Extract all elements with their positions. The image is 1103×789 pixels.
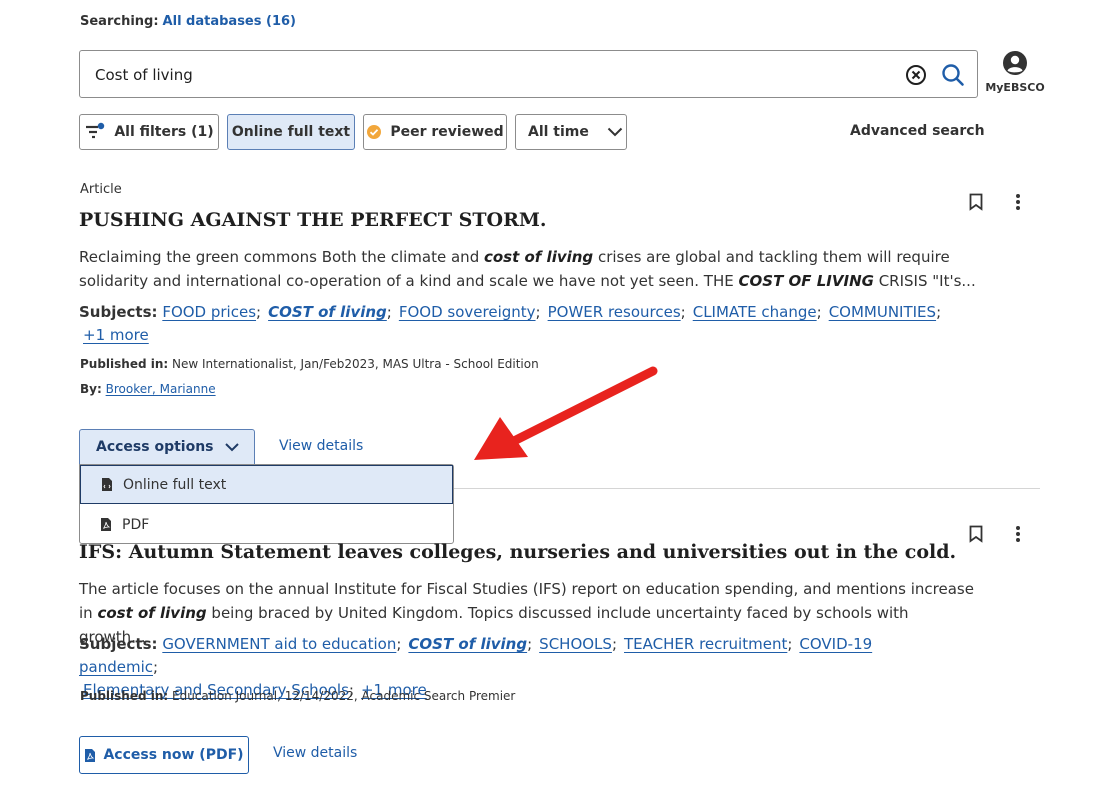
result-abstract: Reclaiming the green commons Both the cl… [79, 245, 979, 293]
more-vertical-icon [1016, 194, 1020, 210]
abstract-highlight: cost of living [97, 604, 207, 622]
all-filters-label: All filters (1) [114, 124, 214, 140]
result-subjects: Subjects: FOOD prices; COST of living; FOO… [79, 303, 942, 344]
clear-search-button[interactable] [905, 64, 927, 86]
menu-item-online-full-text[interactable]: Online full text [80, 465, 453, 504]
published-label: Published in: [80, 357, 169, 371]
search-input[interactable] [95, 63, 875, 87]
access-now-pdf-button[interactable]: Access now (PDF) [79, 736, 249, 774]
peer-reviewed-filter[interactable]: Peer reviewed [363, 114, 507, 150]
result-title[interactable]: PUSHING AGAINST THE PERFECT STORM. [79, 209, 547, 231]
peer-reviewed-badge-icon [367, 125, 382, 139]
myebsco-label: MyEBSCO [985, 81, 1045, 94]
search-icon [942, 64, 964, 86]
chevron-down-icon [607, 127, 623, 137]
user-icon [1003, 51, 1027, 75]
access-options-label: Access options [96, 439, 214, 455]
author-link[interactable]: Brooker, Marianne [106, 382, 216, 396]
published-in: Published in: Education Journal, 12/14/2… [80, 689, 515, 703]
filter-icon [86, 122, 105, 139]
myebsco-button[interactable]: MyEBSCO [985, 50, 1045, 94]
subject-link[interactable]: CLIMATE change [693, 303, 817, 321]
abstract-text: Reclaiming the green commons Both the cl… [79, 248, 484, 266]
date-range-select[interactable]: All time [515, 114, 627, 150]
view-details-link[interactable]: View details [279, 438, 363, 454]
all-filters-button[interactable]: All filters (1) [79, 114, 219, 150]
subjects-label: Subjects: [79, 303, 158, 321]
clear-icon [906, 65, 926, 85]
bookmark-icon [969, 525, 983, 543]
search-button[interactable] [940, 62, 966, 88]
peer-reviewed-label: Peer reviewed [390, 124, 504, 140]
access-options-menu: Online full text PDF [79, 464, 454, 544]
online-full-text-label: Online full text [231, 124, 351, 140]
html-document-icon [102, 478, 112, 491]
pdf-icon [85, 748, 96, 762]
chevron-down-icon [225, 443, 239, 452]
bookmark-icon [969, 193, 983, 211]
abstract-highlight: COST OF LIVING [738, 272, 874, 290]
more-options-button[interactable] [1006, 190, 1030, 214]
advanced-search-link[interactable]: Advanced search [850, 123, 985, 139]
subject-link[interactable]: GOVERNMENT aid to education [162, 635, 396, 653]
published-value: Education Journal, 12/14/2022, Academic … [172, 689, 516, 703]
view-details-link[interactable]: View details [273, 745, 357, 761]
search-box [79, 50, 978, 98]
author-line: By: Brooker, Marianne [80, 382, 216, 396]
abstract-text: in [79, 604, 98, 622]
bookmark-button[interactable] [964, 190, 988, 214]
databases-link[interactable]: All databases (16) [163, 14, 296, 29]
subject-link[interactable]: COST of living [268, 303, 387, 321]
published-label: Published in: [80, 689, 169, 703]
date-range-label: All time [528, 124, 589, 140]
bookmark-button[interactable] [964, 522, 988, 546]
abstract-text: solidarity and international co-operatio… [79, 272, 739, 290]
pdf-icon [101, 518, 111, 531]
more-options-button[interactable] [1006, 522, 1030, 546]
searching-label: Searching: [80, 14, 159, 29]
access-options-button[interactable]: Access options [79, 429, 255, 465]
online-full-text-filter[interactable]: Online full text [227, 114, 355, 150]
subject-link[interactable]: FOOD prices [162, 303, 256, 321]
subject-link[interactable]: COMMUNITIES [829, 303, 936, 321]
annotation-arrow-icon [474, 366, 658, 460]
abstract-text: The article focuses on the annual Instit… [79, 580, 974, 598]
menu-item-label: Online full text [123, 476, 227, 493]
subject-link[interactable]: TEACHER recruitment [624, 635, 787, 653]
access-now-label: Access now (PDF) [103, 747, 244, 763]
document-type: Article [80, 182, 122, 197]
subject-link[interactable]: FOOD sovereignty [399, 303, 536, 321]
subject-link[interactable]: POWER resources [548, 303, 681, 321]
menu-item-pdf[interactable]: PDF [80, 505, 453, 544]
by-label: By: [80, 382, 102, 396]
searching-indicator: Searching: All databases (16) [80, 14, 296, 29]
more-vertical-icon [1016, 526, 1020, 542]
result-title[interactable]: IFS: Autumn Statement leaves colleges, n… [79, 541, 956, 563]
menu-item-label: PDF [122, 516, 150, 533]
subjects-label: Subjects: [79, 635, 158, 653]
abstract-highlight: cost of living [483, 248, 594, 266]
more-subjects-link[interactable]: +1 more [83, 326, 149, 344]
abstract-text: crises are global and tackling them will… [593, 248, 950, 266]
subject-link[interactable]: COST of living [408, 635, 527, 653]
abstract-text: CRISIS "It's... [873, 272, 976, 290]
subject-link[interactable]: SCHOOLS [539, 635, 612, 653]
